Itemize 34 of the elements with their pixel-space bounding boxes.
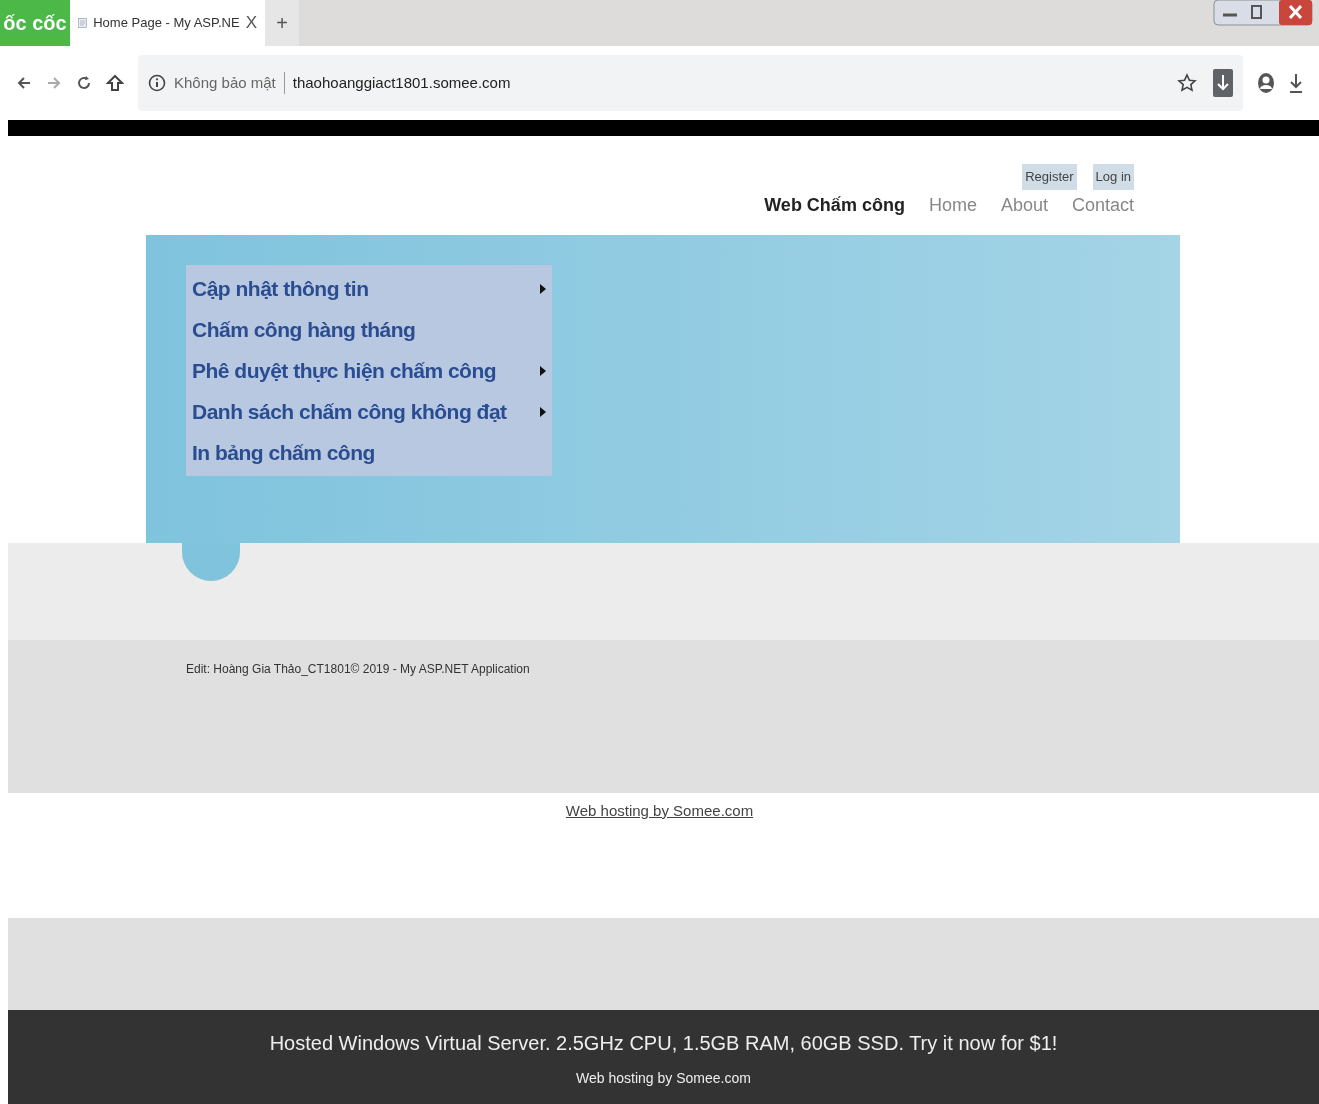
- tab-close-button[interactable]: X: [245, 10, 257, 36]
- tab-bump-shape: [182, 543, 240, 581]
- ad-link[interactable]: Web hosting by Somee.com: [576, 1068, 751, 1089]
- security-label: Không bảo mật: [174, 71, 285, 95]
- nav-link[interactable]: Home: [928, 191, 977, 219]
- menu-item[interactable]: Danh sách chấm công không đạt: [192, 391, 546, 432]
- account-link[interactable]: Log in: [1092, 164, 1134, 190]
- page-icon: [78, 15, 88, 31]
- ad-text: Hosted Windows Virtual Server. 2.5GHz CPU, 1.5GB RAM, 60GB SSD. Try it now for $1!: [269, 1032, 1058, 1054]
- menu-item[interactable]: Chấm công hàng tháng: [192, 309, 546, 350]
- reload-icon[interactable]: [76, 75, 92, 91]
- star-icon[interactable]: [1177, 73, 1197, 93]
- browser-logo: ốc cốc: [0, 0, 70, 46]
- menu-item[interactable]: Cập nhật thông tin: [192, 268, 546, 309]
- browser-tab[interactable]: Home Page - My ASP.NE X: [70, 0, 265, 46]
- home-icon[interactable]: [106, 74, 124, 92]
- profile-icon[interactable]: [1257, 72, 1275, 94]
- nav-link[interactable]: Contact: [1071, 191, 1134, 219]
- footer-text: Edit: Hoàng Gia Thảo_CT1801© 2019 - My ASP.NET Application: [186, 662, 530, 676]
- site-brand[interactable]: Web Chấm công: [764, 191, 905, 219]
- nav-link[interactable]: About: [1000, 191, 1048, 219]
- hosting-link[interactable]: Web hosting by Somee.com: [565, 802, 754, 819]
- tab-title: Home Page - My ASP.NE: [93, 14, 240, 33]
- menu-item[interactable]: In bảng chấm công: [192, 432, 546, 473]
- account-link[interactable]: Register: [1022, 164, 1077, 190]
- back-icon[interactable]: [16, 75, 32, 91]
- new-tab-button[interactable]: +: [265, 0, 299, 46]
- url-text: thaohoanggiact1801.somee.com: [292, 72, 511, 93]
- info-icon: [148, 74, 166, 92]
- menu-item[interactable]: Phê duyệt thực hiện chấm công: [192, 350, 546, 391]
- download-icon[interactable]: [1213, 69, 1233, 97]
- download-icon[interactable]: [1289, 73, 1303, 93]
- window-controls-drawing[interactable]: [1213, 0, 1313, 26]
- address-bar[interactable]: Không bảo mật thaohoanggiact1801.somee.com: [138, 55, 1243, 111]
